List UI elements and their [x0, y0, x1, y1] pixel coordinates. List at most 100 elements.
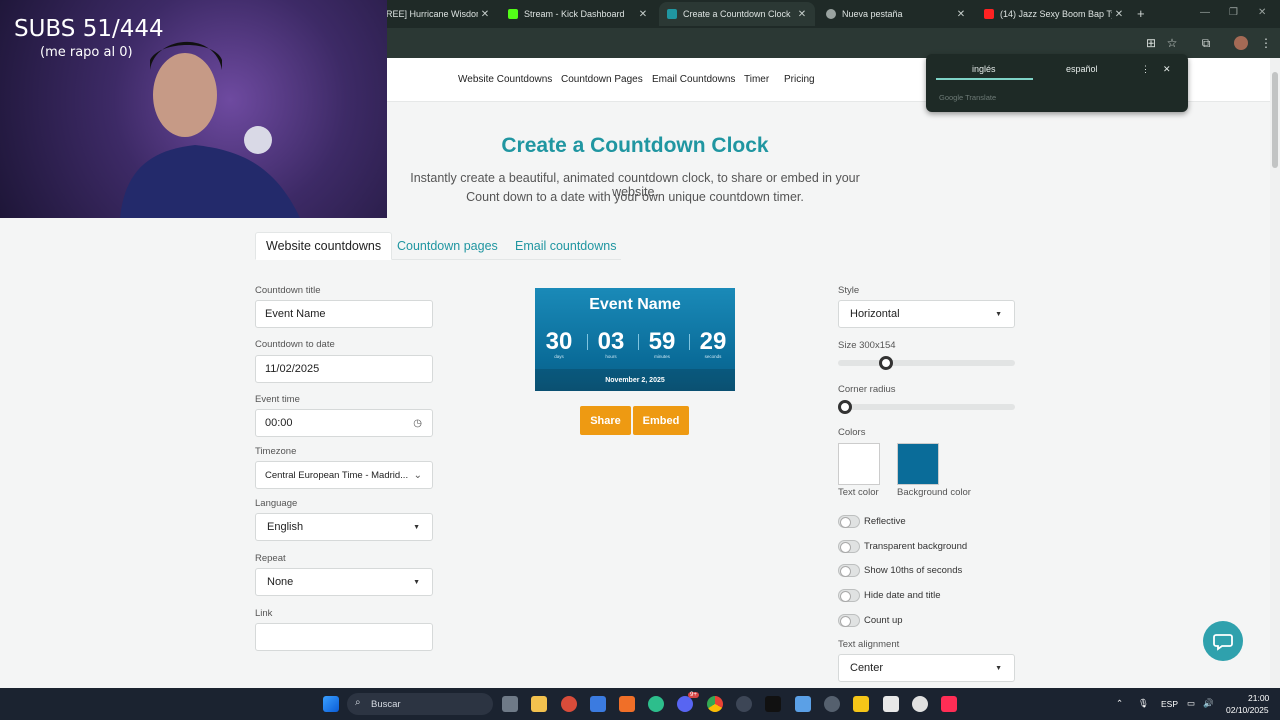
size-label: Size 300x154 [838, 340, 896, 351]
text-color-swatch[interactable] [838, 443, 880, 485]
new-tab-button[interactable]: + [1137, 6, 1145, 21]
caret-down-icon: ▼ [995, 664, 1002, 672]
tiktok-live-icon[interactable] [941, 696, 957, 712]
tab-new-tab[interactable]: Nueva pestaña ✕ [818, 2, 974, 26]
nav-pricing[interactable]: Pricing [784, 74, 815, 85]
countdown-date-label: Countdown to date [255, 339, 335, 350]
clock-icon[interactable]: ◷ [413, 418, 422, 429]
capcut-icon[interactable] [883, 696, 899, 712]
corner-radius-slider-handle[interactable] [838, 400, 852, 414]
network-icon[interactable]: ▭ [1187, 698, 1195, 709]
chrome-taskbar-icon[interactable] [707, 696, 723, 712]
media-player-icon[interactable] [912, 696, 928, 712]
tiktok-icon[interactable] [765, 696, 781, 712]
hide-date-title-label: Hide date and title [864, 590, 941, 601]
discord-icon[interactable] [677, 696, 693, 712]
repeat-select[interactable]: None ▼ [255, 568, 433, 596]
share-button[interactable]: Share [580, 406, 631, 435]
chat-support-button[interactable] [1203, 621, 1243, 661]
chevron-down-icon: ⌄ [413, 469, 422, 481]
transparent-background-toggle[interactable] [838, 540, 860, 553]
link-input[interactable] [255, 623, 433, 651]
hide-date-title-toggle[interactable] [838, 589, 860, 602]
stream-webcam-overlay: SUBS 51/444 (me rapo al 0) [0, 0, 387, 218]
tab-email-countdowns[interactable]: Email countdowns [505, 232, 626, 260]
size-slider[interactable] [838, 356, 1015, 370]
preview-hours-label: hours [605, 354, 617, 359]
store-icon[interactable] [590, 696, 606, 712]
taskbar-search[interactable]: ⌕ Buscar [347, 693, 493, 715]
countdown-date-input[interactable]: 11/02/2025 [255, 355, 433, 383]
restore-icon[interactable]: ❐ [1229, 7, 1238, 18]
nav-timer[interactable]: Timer [744, 74, 769, 85]
transparent-background-label: Transparent background [864, 541, 968, 552]
bookmark-star-icon[interactable]: ☆ [1163, 34, 1181, 52]
size-slider-handle[interactable] [878, 356, 893, 370]
app-icon[interactable] [736, 696, 752, 712]
brave-icon[interactable] [619, 696, 635, 712]
nav-countdown-pages[interactable]: Countdown Pages [561, 74, 643, 85]
app-icon[interactable] [824, 696, 840, 712]
warning-app-icon[interactable] [853, 696, 869, 712]
tab-label: (14) Jazz Sexy Boom Bap Type [1000, 9, 1112, 19]
close-icon[interactable]: ✕ [1112, 9, 1126, 20]
notepad-icon[interactable] [795, 696, 811, 712]
show-tenths-toggle[interactable] [838, 564, 860, 577]
tab-label: Nueva pestaña [842, 9, 903, 19]
translate-close-icon[interactable]: ✕ [1163, 64, 1171, 75]
close-icon[interactable]: ✕ [954, 9, 968, 20]
tab-hurricane-wisdom[interactable]: REE] Hurricane Wisdom ✕ [378, 2, 498, 26]
countdown-title-input[interactable]: Event Name [255, 300, 433, 328]
scrollbar-thumb[interactable] [1272, 72, 1278, 168]
reflective-toggle[interactable] [838, 515, 860, 528]
tray-chevron-up-icon[interactable]: ⌃ [1116, 698, 1123, 709]
keyboard-language[interactable]: ESP [1161, 699, 1178, 709]
event-time-input[interactable]: 00:00 ◷ [255, 409, 433, 437]
timezone-select[interactable]: Central European Time - Madrid... ⌄ [255, 461, 433, 489]
app-icon[interactable] [561, 696, 577, 712]
clock-time[interactable]: 21:00 [1248, 693, 1269, 703]
windows-start-icon[interactable] [323, 696, 339, 712]
close-icon[interactable]: ✕ [478, 9, 492, 20]
close-icon[interactable]: ✕ [636, 9, 650, 20]
background-color-swatch[interactable] [897, 443, 939, 485]
volume-icon[interactable]: 🔊 [1203, 698, 1214, 709]
microphone-icon[interactable]: 🎙 [1138, 698, 1149, 709]
nav-website-countdowns[interactable]: Website Countdowns [458, 74, 552, 85]
translate-lang-english[interactable]: inglés [972, 64, 996, 74]
corner-radius-slider[interactable] [838, 400, 1015, 414]
embed-button[interactable]: Embed [633, 406, 689, 435]
window-close-icon[interactable]: ✕ [1258, 7, 1266, 18]
nav-email-countdowns[interactable]: Email Countdowns [652, 74, 735, 85]
file-explorer-icon[interactable] [531, 696, 547, 712]
timezone-label: Timezone [255, 446, 297, 457]
style-select[interactable]: Horizontal ▼ [838, 300, 1015, 328]
profile-avatar[interactable] [1232, 34, 1250, 52]
tab-kick-dashboard[interactable]: Stream - Kick Dashboard ✕ [500, 2, 656, 26]
menu-dots-icon[interactable]: ⋮ [1257, 34, 1275, 52]
clock-date[interactable]: 02/10/2025 [1226, 705, 1269, 715]
reflective-label: Reflective [864, 516, 906, 527]
countdown-favicon-icon [667, 9, 677, 19]
edge-icon[interactable] [648, 696, 664, 712]
tab-label: Stream - Kick Dashboard [524, 9, 625, 19]
language-select[interactable]: English ▼ [255, 513, 433, 541]
page-scrollbar[interactable] [1270, 58, 1280, 688]
count-up-toggle[interactable] [838, 614, 860, 627]
task-view-icon[interactable] [502, 696, 518, 712]
tab-website-countdowns[interactable]: Website countdowns [255, 232, 393, 260]
tab-label: REE] Hurricane Wisdom [386, 9, 478, 19]
tab-youtube-jazz[interactable]: (14) Jazz Sexy Boom Bap Type ✕ [976, 2, 1132, 26]
text-alignment-select[interactable]: Center ▼ [838, 654, 1015, 682]
translate-menu-icon[interactable]: ⋮ [1141, 64, 1150, 75]
preview-seconds-value: 29 [699, 328, 727, 355]
style-value: Horizontal [850, 308, 900, 320]
minimize-icon[interactable]: — [1200, 7, 1210, 18]
translate-lang-spanish[interactable]: español [1066, 64, 1098, 74]
tab-countdown-clock[interactable]: Create a Countdown Clock ✕ [659, 2, 815, 26]
close-icon[interactable]: ✕ [795, 9, 809, 20]
extensions-icon[interactable]: ⧉ [1197, 34, 1215, 52]
caret-down-icon: ▼ [413, 578, 420, 586]
tab-countdown-pages[interactable]: Countdown pages [387, 232, 508, 260]
translate-icon[interactable]: ⊞ [1142, 34, 1160, 52]
